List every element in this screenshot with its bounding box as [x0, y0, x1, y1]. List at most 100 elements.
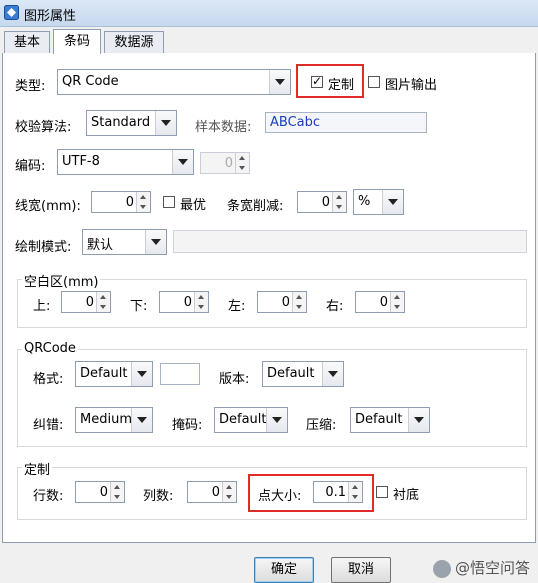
compress-select[interactable]: Default: [350, 407, 430, 433]
tab-basic[interactable]: 基本: [4, 31, 50, 53]
quiet-left-label: 左:: [228, 299, 246, 314]
ecc-select[interactable]: Medium: [75, 407, 153, 433]
cols-spin[interactable]: 0: [187, 481, 237, 503]
encoding-spin-value: 0: [224, 156, 233, 171]
bar-reduce-spin[interactable]: 0: [297, 191, 347, 213]
version-select[interactable]: Default: [262, 361, 344, 387]
watermark-logo-icon: [432, 559, 451, 578]
draw-mode-label: 绘制模式:: [15, 240, 72, 255]
tab-barcode[interactable]: 条码: [53, 29, 101, 54]
draw-mode-field: [173, 230, 527, 253]
spin-down-icon[interactable]: [96, 302, 110, 312]
spin-down-icon[interactable]: [390, 302, 404, 312]
chevron-down-icon[interactable]: [131, 362, 152, 386]
type-value: QR Code: [62, 74, 119, 89]
quiet-right-spin[interactable]: 0: [355, 291, 405, 313]
draw-mode-value: 默认: [87, 238, 114, 253]
version-value: Default: [267, 366, 315, 381]
image-output-label: 图片输出: [385, 78, 438, 93]
encoding-spin: 0: [200, 152, 250, 174]
chevron-down-icon[interactable]: [408, 408, 429, 432]
format-label: 格式:: [33, 372, 64, 387]
quiet-left-spin[interactable]: 0: [257, 291, 307, 313]
spin-down-icon[interactable]: [222, 492, 236, 502]
app-icon: [4, 5, 19, 20]
chevron-down-icon[interactable]: [131, 408, 152, 432]
bar-reduce-unit-value: %: [358, 194, 371, 209]
check-algorithm-value: Standard: [91, 115, 151, 130]
background-checkbox[interactable]: [376, 486, 388, 498]
chevron-down-icon[interactable]: [322, 362, 343, 386]
quiet-right-value: 0: [379, 295, 388, 310]
spin-down-icon[interactable]: [348, 492, 362, 502]
chevron-down-icon[interactable]: [145, 230, 166, 254]
draw-mode-select[interactable]: 默认: [82, 229, 167, 255]
custom-label: 定制: [328, 78, 355, 93]
line-width-value: 0: [125, 195, 134, 210]
quiet-top-value: 0: [85, 295, 94, 310]
mask-select[interactable]: Default: [214, 407, 288, 433]
compress-value: Default: [355, 412, 403, 427]
format-value: Default: [80, 366, 128, 381]
line-width-spin[interactable]: 0: [91, 191, 151, 213]
quiet-bottom-spin[interactable]: 0: [159, 291, 209, 313]
quiet-zone-title: 空白区(mm): [22, 271, 101, 290]
cancel-button[interactable]: 取消: [331, 557, 391, 583]
chevron-down-icon[interactable]: [269, 70, 290, 94]
spin-down-icon[interactable]: [110, 492, 124, 502]
quiet-bottom-label: 下:: [130, 299, 148, 314]
tab-datasource[interactable]: 数据源: [104, 31, 164, 53]
rows-label: 行数:: [33, 489, 64, 504]
spin-down-icon: [235, 163, 249, 173]
spin-down-icon[interactable]: [136, 202, 150, 212]
type-label: 类型:: [15, 79, 46, 94]
optimal-label: 最优: [180, 198, 207, 213]
background-label: 衬底: [393, 488, 420, 503]
optimal-checkbox[interactable]: [163, 196, 175, 208]
quiet-top-spin[interactable]: 0: [61, 291, 111, 313]
image-output-checkbox[interactable]: [368, 76, 380, 88]
cols-label: 列数:: [143, 489, 174, 504]
dot-size-value: 0.1: [325, 485, 346, 500]
quiet-bottom-value: 0: [183, 295, 192, 310]
custom-checkbox[interactable]: [311, 74, 323, 88]
spin-down-icon[interactable]: [194, 302, 208, 312]
encoding-value: UTF-8: [62, 154, 100, 169]
mask-label: 掩码:: [172, 418, 203, 433]
line-width-label: 线宽(mm):: [15, 199, 81, 214]
type-select[interactable]: QR Code: [57, 69, 291, 95]
ok-button[interactable]: 确定: [254, 557, 314, 583]
bar-reduce-value: 0: [321, 195, 330, 210]
dot-size-spin[interactable]: 0.1: [313, 481, 363, 503]
watermark: @悟空问答: [432, 557, 530, 578]
spin-down-icon[interactable]: [292, 302, 306, 312]
bar-reduce-label: 条宽削减:: [227, 199, 284, 214]
title-bar: [0, 0, 538, 27]
ecc-label: 纠错:: [33, 418, 64, 433]
encoding-select[interactable]: UTF-8: [57, 149, 194, 175]
watermark-text: @悟空问答: [454, 559, 530, 577]
ecc-value: Medium: [80, 412, 132, 427]
format-extra-field[interactable]: [160, 363, 200, 385]
encoding-label: 编码:: [15, 159, 46, 174]
quiet-right-label: 右:: [326, 299, 344, 314]
chevron-down-icon[interactable]: [382, 190, 403, 214]
chevron-down-icon[interactable]: [266, 408, 287, 432]
check-algorithm-select[interactable]: Standard: [86, 110, 177, 136]
version-label: 版本:: [219, 372, 250, 387]
quiet-left-value: 0: [281, 295, 290, 310]
spin-down-icon[interactable]: [332, 202, 346, 212]
chevron-down-icon[interactable]: [172, 150, 193, 174]
compress-label: 压缩:: [306, 418, 337, 433]
rows-spin[interactable]: 0: [75, 481, 125, 503]
check-algorithm-label: 校验算法:: [15, 120, 72, 135]
cols-value: 0: [211, 485, 220, 500]
format-select[interactable]: Default: [75, 361, 153, 387]
qrcode-title: QRCode: [22, 341, 78, 356]
chevron-down-icon[interactable]: [155, 111, 176, 135]
sample-data-label: 样本数据:: [195, 120, 252, 135]
quiet-top-label: 上:: [33, 299, 51, 314]
bar-reduce-unit-select[interactable]: %: [353, 189, 404, 215]
sample-data-value: ABCabc: [270, 115, 321, 130]
window-title: 图形属性: [24, 9, 77, 24]
